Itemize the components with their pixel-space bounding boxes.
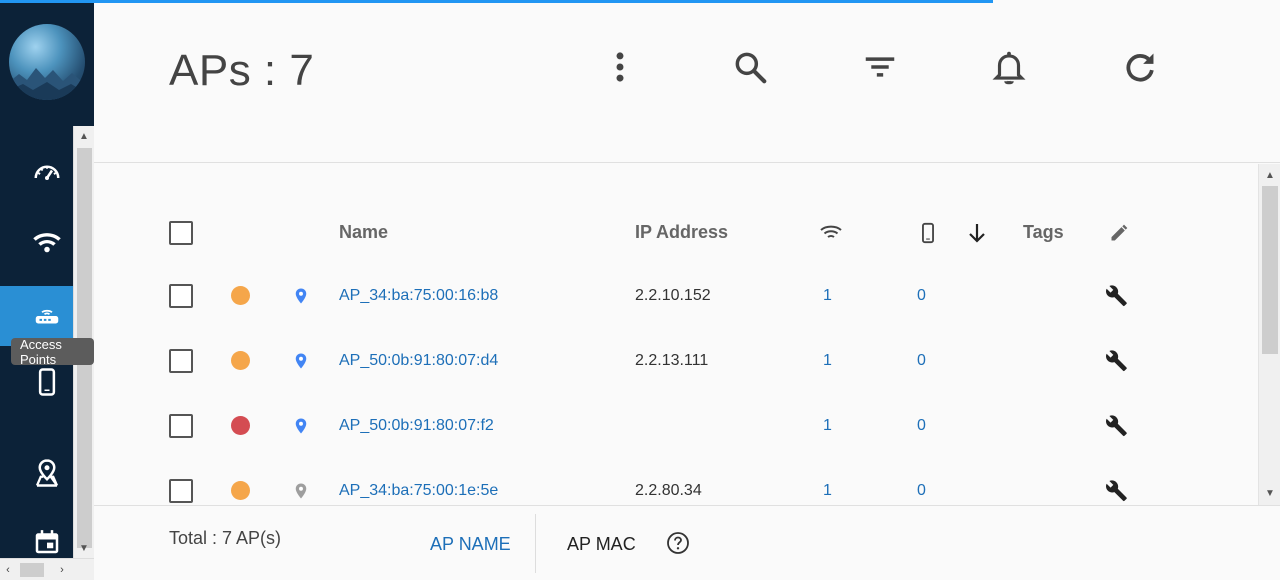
sidebar: Access Points ▲ ▼ ‹ › (0, 0, 94, 580)
ap-name-link[interactable]: AP_50:0b:91:80:07:d4 (339, 328, 498, 393)
router-icon (35, 309, 59, 324)
access-points-tooltip: Access Points (11, 337, 94, 367)
phone-icon (922, 222, 934, 243)
location-pin-icon (295, 483, 307, 498)
table-scrollbar[interactable]: ▲ ▼ (1258, 164, 1280, 505)
scroll-up-arrow[interactable]: ▲ (74, 127, 94, 145)
wifi-icon (820, 225, 842, 238)
search-icon (735, 52, 767, 84)
column-header-wifi[interactable] (819, 200, 843, 265)
ap-name-link[interactable]: AP_34:ba:75:00:1e:5e (339, 458, 498, 505)
ap-table: Name IP Address Tags AP_34:ba:75:00:16:b… (94, 164, 1258, 505)
row-checkbox[interactable] (169, 413, 193, 438)
scroll-down-arrow[interactable]: ▼ (1260, 484, 1280, 502)
wrench-icon (1106, 349, 1127, 371)
ap-ip-address: 2.2.13.111 (635, 351, 709, 369)
configure-button[interactable] (1105, 263, 1129, 328)
more-vertical-icon (616, 52, 624, 82)
ap-ip-address: 2.2.80.34 (635, 481, 702, 499)
calendar-icon (35, 530, 59, 554)
location-pin-icon (295, 353, 307, 368)
notifications-button[interactable] (986, 44, 1032, 90)
ap-name-link[interactable]: AP_50:0b:91:80:07:f2 (339, 393, 494, 458)
status-indicator (231, 416, 250, 435)
wrench-icon (1106, 284, 1127, 306)
select-all-checkbox[interactable] (169, 220, 193, 245)
configure-button[interactable] (1105, 328, 1129, 393)
scrollbar-thumb[interactable] (20, 563, 44, 577)
status-indicator (231, 286, 250, 305)
wifi-count-link[interactable]: 1 (823, 263, 832, 328)
sidebar-horizontal-scrollbar[interactable]: ‹ › (0, 558, 94, 580)
page-title: APs : 7 (169, 46, 315, 95)
avatar[interactable] (9, 24, 85, 100)
total-count: Total : 7 AP(s) (169, 528, 282, 548)
column-header-ip[interactable]: IP Address (635, 200, 728, 265)
clients-count-link[interactable]: 0 (917, 393, 926, 458)
column-header-name[interactable]: Name (339, 200, 388, 265)
more-options-button[interactable] (597, 44, 643, 90)
row-checkbox[interactable] (169, 478, 193, 503)
wifi-icon (33, 233, 61, 253)
page-header: APs : 7 (94, 0, 1280, 163)
table-row[interactable]: AP_34:ba:75:00:1e:5e 2.2.80.34 1 0 (94, 458, 1258, 505)
sort-descending-button[interactable] (965, 200, 989, 265)
phone-icon (38, 368, 56, 396)
row-checkbox[interactable] (169, 283, 193, 308)
wifi-count-link[interactable]: 1 (823, 458, 832, 505)
map-pin-icon (35, 459, 59, 487)
clients-count-link[interactable]: 0 (917, 263, 926, 328)
search-button[interactable] (727, 44, 773, 90)
clients-count-link[interactable]: 0 (917, 328, 926, 393)
help-icon[interactable] (666, 531, 690, 555)
status-indicator (231, 481, 250, 500)
scroll-right-arrow[interactable]: › (54, 561, 70, 579)
table-row[interactable]: AP_34:ba:75:00:16:b8 2.2.10.152 1 0 (94, 263, 1258, 328)
location-button[interactable] (292, 328, 310, 393)
column-header-clients[interactable] (917, 200, 939, 265)
mountain-image (9, 68, 85, 100)
table-row[interactable]: AP_50:0b:91:80:07:d4 2.2.13.111 1 0 (94, 328, 1258, 393)
location-pin-icon (295, 418, 307, 433)
scrollbar-thumb[interactable] (1262, 186, 1278, 354)
ap-ip-address: 2.2.10.152 (635, 286, 711, 304)
wrench-icon (1106, 414, 1127, 436)
arrow-down-icon (969, 223, 985, 243)
clients-count-link[interactable]: 0 (917, 458, 926, 505)
location-pin-icon (295, 288, 307, 303)
divider (535, 514, 536, 573)
configure-button[interactable] (1105, 393, 1129, 458)
speedometer-icon (34, 165, 60, 180)
ap-name-toggle-button[interactable]: AP NAME (430, 534, 511, 555)
status-indicator (231, 351, 250, 370)
table-row[interactable]: AP_50:0b:91:80:07:f2 1 0 (94, 393, 1258, 458)
bell-icon (992, 51, 1026, 85)
app-root: Access Points ▲ ▼ ‹ › APs: 7 Name IP Ad… (0, 0, 1280, 580)
location-button[interactable] (292, 393, 310, 458)
filter-icon (865, 57, 895, 77)
scroll-down-arrow[interactable]: ▼ (74, 539, 94, 557)
pencil-icon (1111, 224, 1128, 240)
configure-button[interactable] (1105, 458, 1129, 505)
table-header-row: Name IP Address Tags (94, 200, 1258, 265)
row-checkbox[interactable] (169, 348, 193, 373)
wrench-icon (1106, 479, 1127, 501)
location-button[interactable] (292, 263, 310, 328)
table-footer: Total : 7 AP(s) AP NAME AP MAC (94, 505, 1280, 580)
ap-mac-toggle-button[interactable]: AP MAC (567, 534, 636, 555)
scroll-up-arrow[interactable]: ▲ (1260, 166, 1280, 184)
ap-name-link[interactable]: AP_34:ba:75:00:16:b8 (339, 263, 498, 328)
scroll-left-arrow[interactable]: ‹ (0, 561, 16, 579)
edit-columns-button[interactable] (1109, 200, 1129, 265)
filter-button[interactable] (857, 44, 903, 90)
column-header-tags[interactable]: Tags (1023, 200, 1064, 265)
wifi-count-link[interactable]: 1 (823, 328, 832, 393)
location-button[interactable] (292, 458, 310, 505)
refresh-button[interactable] (1117, 44, 1163, 90)
loading-progress-bar (0, 0, 993, 3)
wifi-count-link[interactable]: 1 (823, 393, 832, 458)
refresh-icon (1126, 53, 1154, 82)
